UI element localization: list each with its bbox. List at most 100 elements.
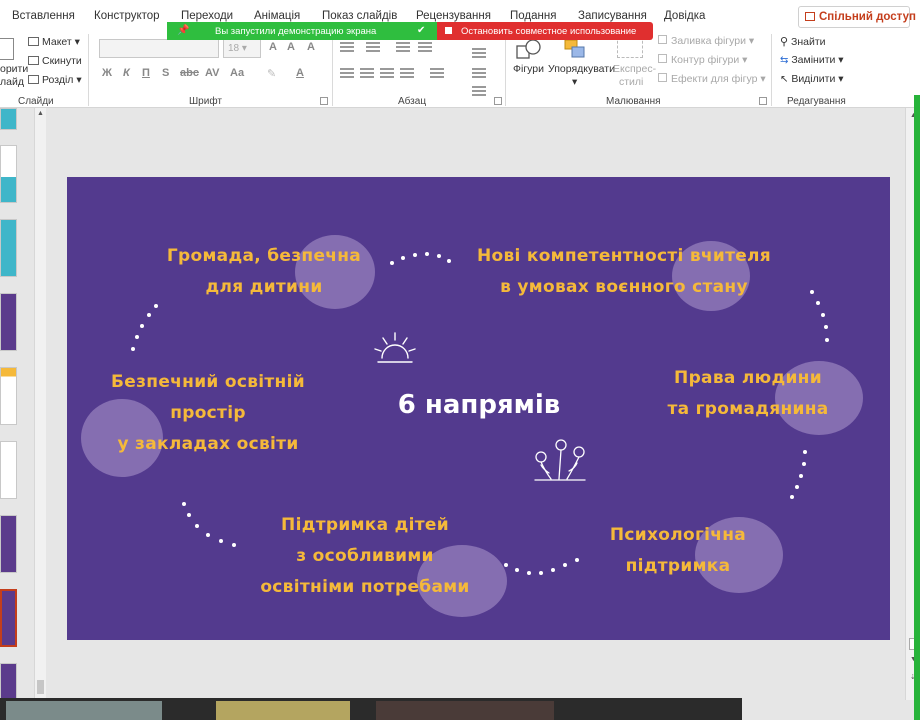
direction-line: підтримка <box>625 556 731 576</box>
section-label: Розділ <box>42 74 74 86</box>
direction-special-needs[interactable]: Підтримка дітей з особливими освітніми п… <box>245 510 485 603</box>
layout-label: Макет <box>42 36 72 48</box>
tab-transitions[interactable]: Переходи <box>181 10 233 22</box>
increase-indent-icon[interactable] <box>418 42 432 52</box>
italic-icon[interactable]: К <box>123 67 130 79</box>
slide-thumbnail[interactable] <box>0 441 17 499</box>
direction-line: Психологічна <box>609 525 747 545</box>
align-right-icon[interactable] <box>380 68 394 78</box>
arrange-label[interactable]: Упорядкувати <box>548 63 615 75</box>
shrink-font-icon[interactable]: A <box>287 41 295 53</box>
layout-button[interactable]: Макет ▾ <box>28 36 80 48</box>
underline-icon[interactable]: П <box>142 67 150 79</box>
slide-canvas[interactable]: Громада, безпечна для дитини Нові компет… <box>67 177 890 640</box>
group-label-drawing: Малювання <box>606 96 661 107</box>
thumbnails-scrollbar[interactable]: ▲ <box>34 108 46 700</box>
slide-thumbnail[interactable] <box>0 293 17 351</box>
arrange-icon[interactable] <box>563 38 587 60</box>
direction-human-rights[interactable]: Права людини та громадянина <box>653 363 843 425</box>
direction-safe-environment[interactable]: Безпечний освітній простір у закладах ос… <box>93 367 323 460</box>
clear-format-icon[interactable]: A <box>307 41 315 53</box>
new-slide-label-part1: орити <box>0 63 29 75</box>
font-size-combo[interactable]: 18 ▾ <box>223 39 261 58</box>
direction-psychological-support[interactable]: Психологічна підтримка <box>595 520 761 582</box>
spacing-icon[interactable]: AV <box>205 67 219 79</box>
ribbon-separator <box>505 34 506 106</box>
select-label: Виділити <box>791 73 836 85</box>
pin-icon[interactable]: 📌 <box>177 25 189 36</box>
find-button[interactable]: ⚲ Знайти <box>780 35 826 48</box>
share-button[interactable]: Спільний доступ <box>798 6 916 28</box>
quick-styles-label-2: стилі <box>619 76 644 88</box>
slide-thumbnail[interactable] <box>0 145 17 203</box>
grow-font-icon[interactable]: A <box>269 41 277 53</box>
tab-help[interactable]: Довідка <box>664 10 705 22</box>
tab-recording[interactable]: Записування <box>578 10 647 22</box>
strike-icon[interactable]: abc <box>180 67 199 79</box>
slide-thumbnail[interactable] <box>0 367 17 425</box>
tab-view[interactable]: Подання <box>510 10 556 22</box>
decrease-indent-icon[interactable] <box>396 42 410 52</box>
replace-button[interactable]: ⇆ Замінити ▾ <box>780 54 844 66</box>
shape-fill-button[interactable]: Заливка фігури ▾ <box>658 35 754 47</box>
stop-sharing-text: Остановить совместное использование <box>461 26 637 37</box>
quick-styles-label-1[interactable]: Експрес- <box>613 63 656 75</box>
shapes-icon[interactable] <box>516 38 542 60</box>
direction-line: та громадянина <box>667 399 829 419</box>
tab-slide-show[interactable]: Показ слайдів <box>322 10 397 22</box>
ribbon-separator <box>332 34 333 106</box>
shape-outline-label: Контур фігури <box>671 54 740 66</box>
direction-line: у закладах освіти <box>117 434 299 454</box>
arrange-chevron-icon[interactable]: ▾ <box>572 76 577 88</box>
text-direction-icon[interactable] <box>472 48 486 58</box>
participant-video[interactable] <box>6 701 162 720</box>
shape-effects-button[interactable]: Ефекти для фігур ▾ <box>658 73 766 85</box>
align-text-icon[interactable] <box>472 68 486 78</box>
columns-icon[interactable] <box>430 68 444 78</box>
justify-icon[interactable] <box>400 68 414 78</box>
shapes-label[interactable]: Фігури <box>513 63 544 75</box>
reset-icon <box>28 56 39 65</box>
smartart-icon[interactable] <box>472 86 486 96</box>
font-color-icon[interactable]: A <box>296 67 304 79</box>
share-label: Спільний доступ <box>819 11 916 23</box>
screen-share-banner: 📌 Вы запустили демонстрацию экрана ✔ <box>167 22 437 40</box>
section-icon <box>28 75 39 84</box>
align-left-icon[interactable] <box>340 68 354 78</box>
numbering-icon[interactable] <box>366 42 380 52</box>
participant-video[interactable] <box>216 701 350 720</box>
paragraph-dialog-launcher[interactable] <box>494 97 502 105</box>
tab-animations[interactable]: Анімація <box>254 10 300 22</box>
slide-thumbnail[interactable] <box>0 515 17 573</box>
scroll-up-icon[interactable]: ▲ <box>37 110 44 117</box>
shape-outline-button[interactable]: Контур фігури ▾ <box>658 54 747 66</box>
scrollbar-thumb[interactable] <box>37 680 44 694</box>
direction-community[interactable]: Громада, безпечна для дитини <box>153 241 375 303</box>
slide-title[interactable]: 6 напрямів <box>379 390 579 420</box>
tab-insert[interactable]: Вставлення <box>12 10 75 22</box>
stop-sharing-button[interactable]: Остановить совместное использование <box>437 22 653 40</box>
tab-review[interactable]: Рецензування <box>416 10 491 22</box>
font-name-combo[interactable] <box>99 39 219 58</box>
align-center-icon[interactable] <box>360 68 374 78</box>
find-label: Знайти <box>790 36 826 48</box>
direction-teacher-competencies[interactable]: Нові компетентності вчителя в умовах воє… <box>459 241 789 303</box>
shadow-icon[interactable]: S <box>162 67 169 79</box>
new-slide-icon[interactable] <box>0 38 14 60</box>
bullets-icon[interactable] <box>340 42 354 52</box>
slide-thumbnail[interactable] <box>0 108 17 130</box>
bold-icon[interactable]: Ж <box>102 67 112 79</box>
slide-thumbnail[interactable] <box>0 219 17 277</box>
font-dialog-launcher[interactable] <box>320 97 328 105</box>
tab-design[interactable]: Конструктор <box>94 10 160 22</box>
participant-video[interactable] <box>376 701 554 720</box>
direction-line: освітніми потребами <box>260 577 470 597</box>
direction-line: Безпечний освітній <box>111 372 305 392</box>
slide-thumbnail-selected[interactable] <box>0 589 17 647</box>
case-icon[interactable]: Aa <box>230 67 244 79</box>
select-button[interactable]: ↖ Виділити ▾ <box>780 73 844 85</box>
section-button[interactable]: Розділ ▾ <box>28 74 82 86</box>
drawing-dialog-launcher[interactable] <box>759 97 767 105</box>
highlight-icon[interactable]: ✎ <box>267 67 276 80</box>
reset-button[interactable]: Скинути <box>28 55 82 67</box>
